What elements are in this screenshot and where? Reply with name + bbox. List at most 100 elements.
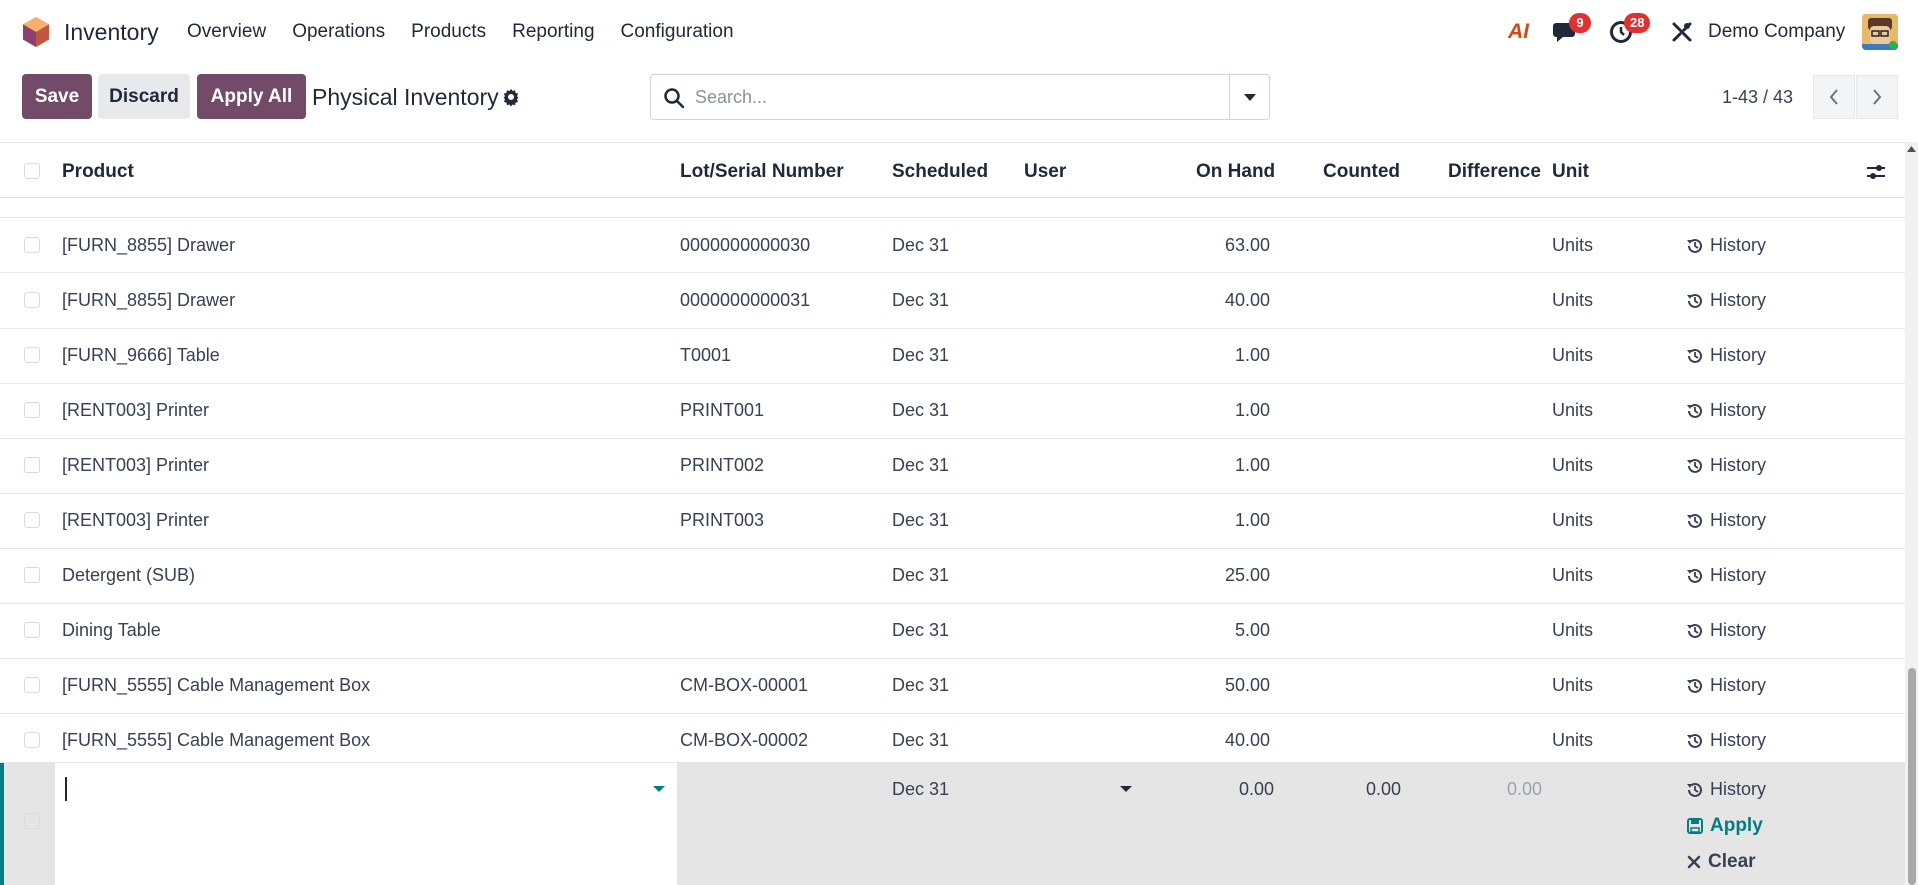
product-cell: Dining Table [62, 620, 161, 640]
search-bar [650, 74, 1270, 120]
apply-label: Apply [1710, 815, 1763, 836]
table-row[interactable]: [FURN_5555] Cable Management Box CM-BOX-… [0, 714, 1905, 763]
app-name[interactable]: Inventory [64, 19, 159, 46]
menu-item-configuration[interactable]: Configuration [621, 21, 734, 43]
product-cell: Detergent (SUB) [62, 565, 196, 585]
history-button[interactable]: History [1686, 779, 1766, 800]
product-cell: [RENT003] Printer [62, 510, 210, 530]
column-header-scheduled[interactable]: Scheduled [892, 161, 988, 183]
history-label: History [1710, 565, 1767, 585]
caret-down-icon [1243, 94, 1256, 101]
product-select-input[interactable] [55, 763, 677, 885]
column-header-user[interactable]: User [1024, 161, 1066, 183]
editable-new-row: Dec 31 0.00 0.00 0.00 History Apply Clea… [0, 763, 1905, 885]
table-row[interactable]: [RENT003] Printer PRINT002 Dec 31 1.00 U… [0, 439, 1905, 494]
history-button[interactable]: History [1686, 620, 1766, 641]
row-checkbox[interactable] [24, 347, 40, 363]
column-header-lot[interactable]: Lot/Serial Number [680, 161, 844, 183]
pager-previous-button[interactable] [1813, 75, 1855, 119]
inventory-app-icon[interactable] [22, 16, 50, 48]
table-header: Product Lot/Serial Number Scheduled User… [0, 142, 1905, 198]
history-button[interactable]: History [1686, 400, 1766, 421]
user-avatar[interactable] [1862, 14, 1898, 50]
menu-item-reporting[interactable]: Reporting [512, 21, 594, 43]
pager-next-button[interactable] [1856, 75, 1898, 119]
clear-label: Clear [1708, 851, 1756, 872]
history-button[interactable]: History [1686, 510, 1766, 531]
lot-serial-cell: PRINT001 [680, 400, 765, 420]
row-checkbox[interactable] [24, 402, 40, 418]
history-button[interactable]: History [1686, 730, 1766, 751]
table-row[interactable]: [RENT003] Printer PRINT001 Dec 31 1.00 U… [0, 384, 1905, 439]
apply-all-button[interactable]: Apply All [197, 74, 306, 119]
row-checkbox[interactable] [24, 567, 40, 583]
on-hand-cell: 0.00 [1238, 779, 1274, 799]
row-checkbox[interactable] [24, 512, 40, 528]
history-button[interactable]: History [1686, 565, 1766, 586]
unit-cell: Units [1552, 510, 1594, 530]
menu-item-operations[interactable]: Operations [292, 21, 385, 43]
column-header-product[interactable]: Product [62, 161, 134, 183]
table-row[interactable]: [FURN_9666] Table T0001 Dec 31 1.00 Unit… [0, 329, 1905, 384]
close-icon [1687, 855, 1701, 869]
on-hand-cell: 25.00 [1224, 565, 1270, 585]
column-header-unit[interactable]: Unit [1552, 161, 1589, 183]
row-checkbox[interactable] [24, 677, 40, 693]
lot-serial-cell: T0001 [680, 345, 732, 365]
column-header-counted[interactable]: Counted [1323, 161, 1400, 183]
table-row[interactable]: Detergent (SUB) Dec 31 25.00 Units Histo… [0, 549, 1905, 604]
row-checkbox[interactable] [24, 813, 40, 829]
pager-value[interactable]: 1-43 / 43 [1722, 87, 1793, 108]
counted-input[interactable]: 0.00 [1291, 779, 1401, 800]
on-hand-cell: 50.00 [1224, 675, 1270, 695]
clear-button[interactable]: Clear [1686, 851, 1756, 873]
scroll-up-arrow-icon[interactable] [1907, 146, 1916, 153]
debug-tools-icon[interactable] [1670, 20, 1694, 44]
optional-columns-icon[interactable] [1866, 163, 1886, 181]
history-label: History [1710, 779, 1767, 799]
table-row[interactable]: [FURN_8855] Drawer 0000000000031 Dec 31 … [0, 274, 1905, 329]
history-button[interactable]: History [1686, 675, 1766, 696]
save-button[interactable]: Save [22, 74, 92, 119]
caret-down-icon[interactable] [653, 785, 665, 793]
user-dropdown-caret-icon[interactable] [1120, 785, 1132, 793]
scrollbar-thumb[interactable] [1908, 668, 1916, 885]
on-hand-cell: 1.00 [1234, 455, 1270, 475]
menu-item-overview[interactable]: Overview [187, 21, 266, 43]
column-header-on-hand[interactable]: On Hand [1196, 161, 1275, 183]
discard-button[interactable]: Discard [98, 74, 190, 119]
vertical-scrollbar[interactable] [1905, 142, 1918, 885]
select-all-checkbox[interactable] [24, 163, 40, 179]
search-options-toggle[interactable] [1229, 75, 1269, 119]
menu-item-products[interactable]: Products [411, 21, 486, 43]
on-hand-cell: 63.00 [1224, 235, 1270, 255]
row-checkbox[interactable] [24, 457, 40, 473]
ai-icon[interactable]: AI [1508, 20, 1529, 44]
history-icon [1687, 293, 1702, 308]
messages-badge: 9 [1569, 13, 1591, 33]
company-switcher[interactable]: Demo Company [1708, 21, 1845, 43]
table-row[interactable]: [FURN_5555] Cable Management Box CM-BOX-… [0, 659, 1905, 714]
top-navbar: Inventory Overview Operations Products R… [0, 0, 1918, 64]
history-label: History [1710, 510, 1767, 530]
row-checkbox[interactable] [24, 622, 40, 638]
table-row[interactable]: Dining Table Dec 31 5.00 Units History [0, 604, 1905, 659]
lot-serial-cell: 0000000000031 [680, 290, 811, 310]
row-checkbox[interactable] [24, 732, 40, 748]
table-row[interactable]: [FURN_8855] Drawer 0000000000030 Dec 31 … [0, 219, 1905, 273]
search-input[interactable] [695, 83, 1195, 111]
apply-button[interactable]: Apply [1686, 815, 1763, 837]
row-checkbox[interactable] [24, 237, 40, 253]
table-row[interactable]: [RENT003] Printer PRINT003 Dec 31 1.00 U… [0, 494, 1905, 549]
history-button[interactable]: History [1686, 455, 1766, 476]
gear-icon[interactable] [502, 88, 520, 106]
row-checkbox[interactable] [24, 292, 40, 308]
scheduled-date-cell[interactable]: Dec 31 [892, 779, 949, 800]
history-button[interactable]: History [1686, 345, 1766, 366]
history-button[interactable]: History [1686, 290, 1766, 311]
lot-serial-cell: 0000000000030 [680, 235, 811, 255]
history-icon [1687, 348, 1702, 363]
history-button[interactable]: History [1686, 235, 1766, 256]
on-hand-cell: 40.00 [1224, 730, 1270, 750]
column-header-difference[interactable]: Difference [1448, 161, 1541, 183]
